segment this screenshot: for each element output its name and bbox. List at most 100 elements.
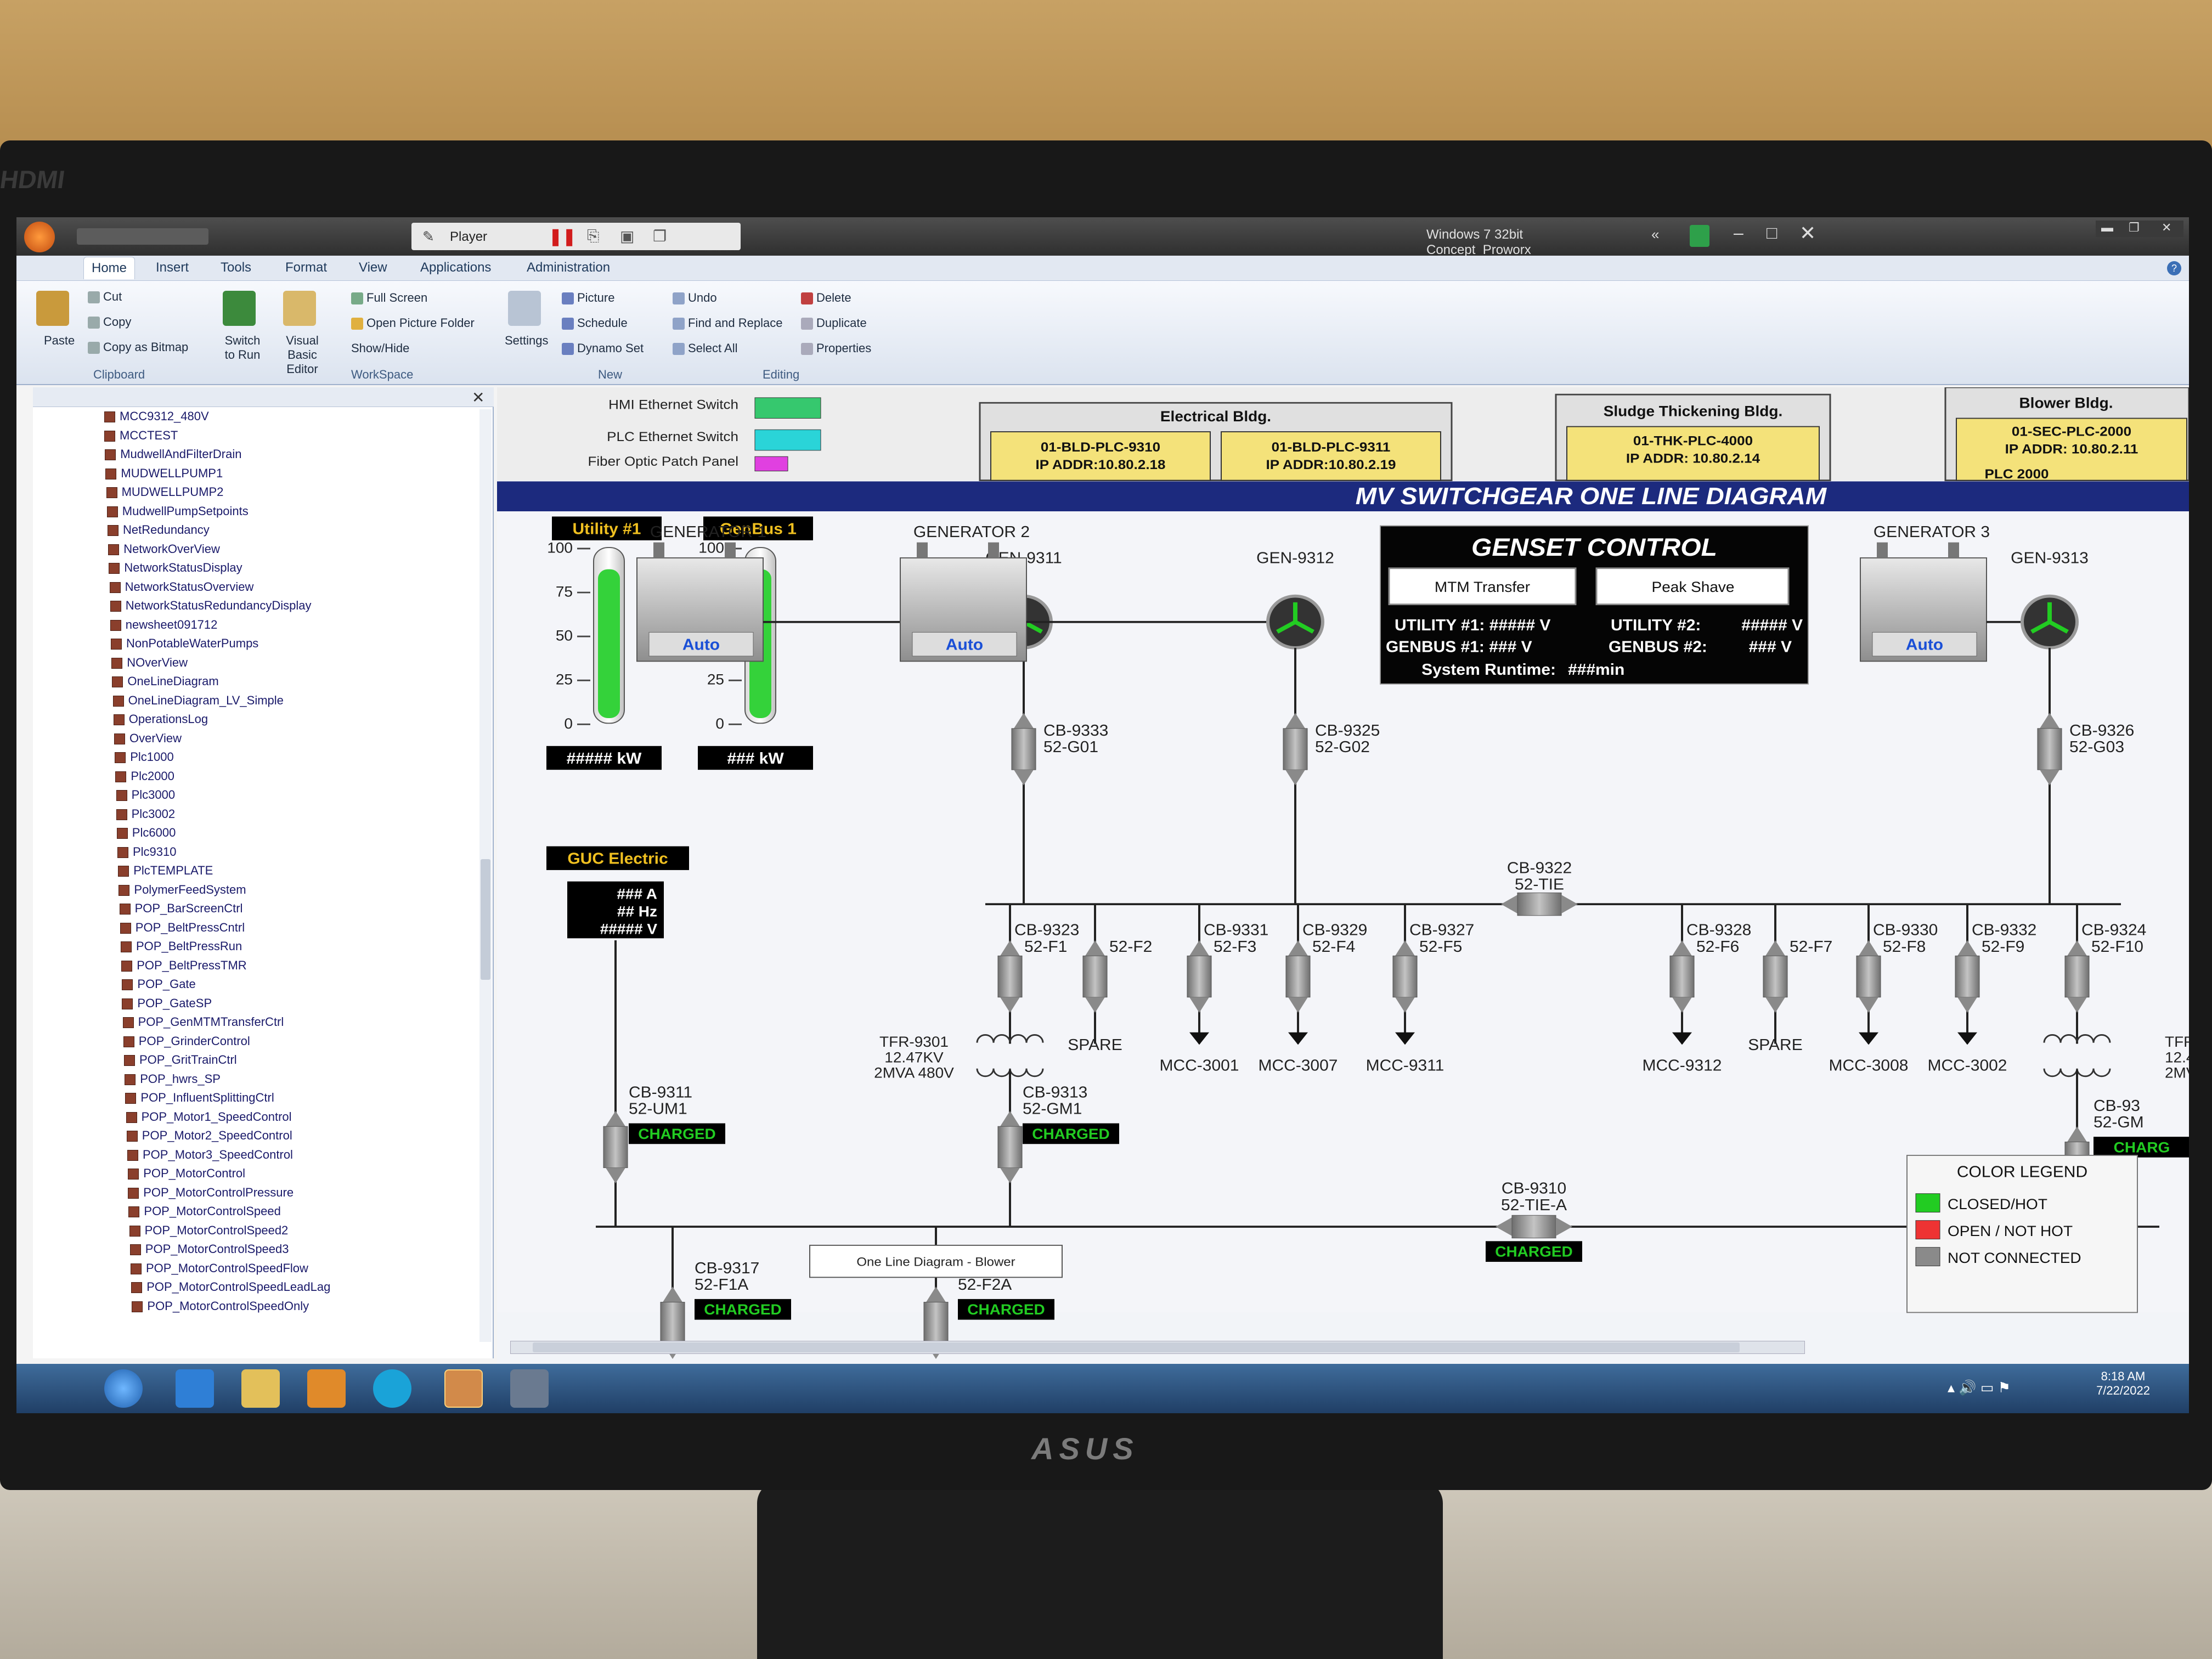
- workspace-window-icon[interactable]: [510, 1369, 549, 1408]
- show-hide-button[interactable]: Show/Hide: [351, 341, 409, 356]
- tree-item[interactable]: MudwellPumpSetpoints: [106, 504, 249, 518]
- horizontal-scroll-thumb[interactable]: [533, 1342, 1740, 1352]
- vm-collapse-icon[interactable]: «: [1651, 226, 1659, 243]
- tree-item[interactable]: POP_MotorControlSpeedLeadLag: [131, 1280, 330, 1294]
- electrical-bldg-box[interactable]: Electrical Bldg. 01-BLD-PLC-9310 IP ADDR…: [979, 402, 1453, 481]
- tree-item[interactable]: POP_hwrs_SP: [125, 1072, 221, 1086]
- tree-item[interactable]: POP_BeltPressTMR: [121, 958, 247, 973]
- tree-item[interactable]: MudwellAndFilterDrain: [105, 447, 242, 461]
- switch-to-run-button[interactable]: Switch to Run: [221, 334, 264, 362]
- new-dynamo-set-button[interactable]: Dynamo Set: [562, 341, 644, 356]
- tree-item[interactable]: POP_Motor2_SpeedControl: [126, 1128, 292, 1143]
- tree-item[interactable]: POP_MotorControlSpeedOnly: [132, 1299, 309, 1313]
- horizontal-scrollbar[interactable]: [510, 1341, 1805, 1354]
- tab-insert[interactable]: Insert: [156, 260, 189, 275]
- tree-item[interactable]: newsheet091712: [110, 618, 217, 632]
- tree-item[interactable]: MUDWELLPUMP1: [105, 466, 223, 481]
- vm-notes-icon[interactable]: [1690, 225, 1709, 247]
- tree-item[interactable]: POP_MotorControlSpeed2: [129, 1223, 288, 1238]
- tree-item[interactable]: POP_GrinderControl: [123, 1034, 250, 1048]
- visual-basic-editor-icon[interactable]: [283, 291, 316, 326]
- tree-item[interactable]: NetworkOverView: [108, 542, 220, 556]
- quick-access-toolbar[interactable]: [77, 228, 208, 245]
- paste-icon[interactable]: [36, 291, 69, 326]
- copy-bitmap-button[interactable]: Copy as Bitmap: [88, 340, 188, 354]
- tree-item[interactable]: POP_Motor1_SpeedControl: [126, 1110, 292, 1124]
- tree-item[interactable]: POP_MotorControl: [128, 1166, 245, 1181]
- settings-icon[interactable]: [508, 291, 541, 326]
- tree-item[interactable]: MUDWELLPUMP2: [106, 485, 223, 499]
- blower-bldg-box[interactable]: Blower Bldg. 01-SEC-PLC-2000 IP ADDR: 10…: [1944, 387, 2189, 482]
- unity-icon[interactable]: ❐: [653, 227, 667, 245]
- tree-item[interactable]: POP_MotorControlSpeed: [128, 1204, 281, 1218]
- tree-item[interactable]: POP_BeltPressCntrl: [120, 921, 245, 935]
- tree-item[interactable]: POP_MotorControlSpeedFlow: [131, 1261, 308, 1276]
- tree-item[interactable]: Plc6000: [116, 826, 176, 840]
- tree-item[interactable]: POP_GenMTMTransferCtrl: [122, 1015, 284, 1029]
- tray-icons[interactable]: ▴ 🔊 ▭ ⚑: [1948, 1379, 2011, 1396]
- tree-item[interactable]: POP_BarScreenCtrl: [119, 901, 242, 916]
- paste-button[interactable]: Paste: [44, 334, 75, 348]
- tab-tools[interactable]: Tools: [221, 260, 251, 275]
- edge-browser-icon[interactable]: [373, 1369, 411, 1408]
- tree-item[interactable]: NOverView: [111, 656, 188, 670]
- app-orb-icon[interactable]: [24, 222, 55, 252]
- vm-minimize-icon[interactable]: –: [1734, 223, 1743, 243]
- select-all-button[interactable]: Select All: [673, 341, 738, 356]
- tree-item[interactable]: PlcTEMPLATE: [118, 864, 213, 878]
- tree-item[interactable]: POP_BeltPressRun: [121, 939, 242, 953]
- tree-item[interactable]: NetRedundancy: [108, 523, 210, 537]
- copy-button[interactable]: Copy: [88, 315, 131, 329]
- tree-item[interactable]: POP_Motor3_SpeedControl: [127, 1148, 293, 1162]
- tab-administration[interactable]: Administration: [527, 260, 610, 275]
- tree-item[interactable]: Plc2000: [115, 769, 174, 783]
- tab-home[interactable]: Home: [83, 257, 136, 279]
- start-button-icon[interactable]: [104, 1369, 143, 1408]
- vm-maximize-icon[interactable]: □: [1767, 223, 1777, 243]
- minimize-icon[interactable]: ▬: [2101, 221, 2113, 235]
- new-picture-button[interactable]: Picture: [562, 291, 614, 305]
- tree-item[interactable]: NonPotableWaterPumps: [111, 636, 258, 651]
- fit-window-icon[interactable]: ▣: [620, 227, 634, 245]
- sludge-bldg-box[interactable]: Sludge Thickening Bldg. 01-THK-PLC-4000 …: [1555, 393, 1831, 481]
- player-menu[interactable]: Player: [450, 229, 487, 245]
- tree-item[interactable]: POP_MotorControlPressure: [128, 1186, 294, 1200]
- tree-item[interactable]: Plc3002: [116, 807, 175, 821]
- pin-icon[interactable]: ✎: [422, 228, 435, 245]
- tree-item[interactable]: POP_GateSP: [122, 996, 212, 1011]
- tree-item[interactable]: Plc9310: [117, 845, 177, 859]
- tree-item[interactable]: OneLineDiagram_LV_Simple: [112, 693, 284, 708]
- internet-explorer-icon[interactable]: [176, 1369, 214, 1408]
- system-clock[interactable]: 8:18 AM 7/22/2022: [2079, 1369, 2167, 1398]
- full-screen-button[interactable]: Full Screen: [351, 291, 427, 305]
- ifix-app-icon[interactable]: [444, 1369, 483, 1408]
- new-schedule-button[interactable]: Schedule: [562, 316, 628, 330]
- tree-item[interactable]: OverView: [114, 731, 182, 746]
- tree-item[interactable]: NetworkStatusDisplay: [109, 561, 242, 575]
- help-icon[interactable]: ?: [2167, 261, 2181, 275]
- visual-basic-editor-button[interactable]: Visual Basic Editor: [272, 334, 332, 376]
- vm-close-icon[interactable]: ✕: [1799, 222, 1816, 245]
- close-panel-icon[interactable]: ✕: [472, 388, 484, 407]
- properties-button[interactable]: Properties: [801, 341, 871, 356]
- delete-button[interactable]: Delete: [801, 291, 851, 305]
- settings-button[interactable]: Settings: [505, 334, 549, 348]
- tree-item[interactable]: OperationsLog: [113, 712, 208, 726]
- tree-item[interactable]: POP_InfluentSplittingCtrl: [125, 1091, 274, 1105]
- file-explorer-icon[interactable]: [241, 1369, 280, 1408]
- tab-applications[interactable]: Applications: [420, 260, 491, 275]
- tree-item[interactable]: NetworkStatusOverview: [109, 580, 253, 594]
- tree-item[interactable]: MCC9312_480V: [104, 409, 209, 424]
- media-player-icon[interactable]: [307, 1369, 346, 1408]
- find-replace-button[interactable]: Find and Replace: [673, 316, 782, 330]
- tree-item[interactable]: Plc1000: [115, 750, 174, 764]
- pause-icon[interactable]: ❚❚: [549, 227, 576, 246]
- restore-icon[interactable]: ❐: [2129, 221, 2140, 235]
- tab-format[interactable]: Format: [285, 260, 327, 275]
- undo-button[interactable]: Undo: [673, 291, 717, 305]
- tree-item[interactable]: OneLineDiagram: [112, 674, 219, 689]
- tree-item[interactable]: POP_Gate: [122, 977, 196, 991]
- cut-button[interactable]: Cut: [88, 290, 122, 304]
- tab-view[interactable]: View: [359, 260, 387, 275]
- tree-item[interactable]: PolymerFeedSystem: [119, 883, 246, 897]
